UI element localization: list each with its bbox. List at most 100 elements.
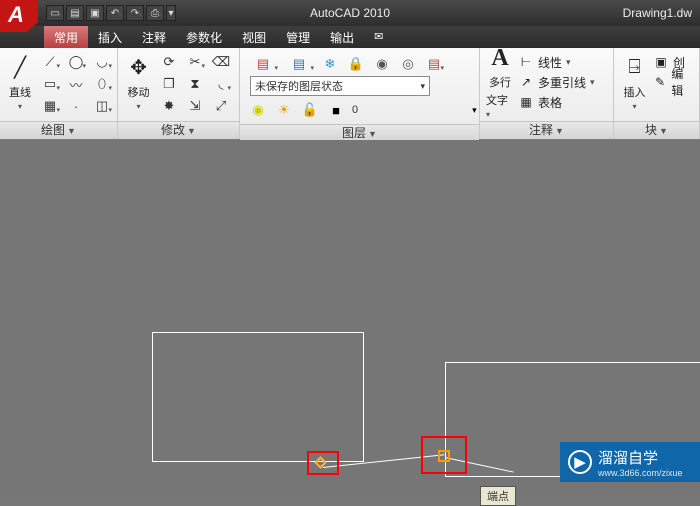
panel-layer: ▤ ▤ ❄ 🔒 ◉ ◎ ▤ 未保存的图层状态 ▾ ◉ ☀ 🔓 ■ 0 ▾ [240,48,480,139]
layer-off-icon[interactable]: ◉ [370,54,394,74]
point-icon[interactable]: ∙ [64,96,88,116]
tab-view[interactable]: 视图 [232,26,276,48]
panel-annotate-title[interactable]: 注释▼ [480,121,613,139]
titlebar: ▭ ▤ ▣ ↶ ↷ ⎙ ▾ AutoCAD 2010 Drawing1.dw [0,0,700,26]
open-icon[interactable]: ▤ [66,5,84,21]
rectangle-shape [152,332,364,462]
mtext-button[interactable]: A 多行 文字 ▾ [486,52,514,112]
ribbon: ╱ 直线 ▾ ⟋ ◯ ◡ ▭ 〰 ⬯ ▦ ∙ ◫ 绘图▼ ✥ 移动 ▾ [0,48,700,140]
leader-icon: ↗ [518,75,534,89]
copy-icon[interactable]: ❐ [157,74,181,94]
trim-icon[interactable]: ✂ [183,52,207,72]
arc-icon[interactable]: ◡ [90,52,114,72]
insert-label: 插入 [624,84,646,100]
block-edit-label: 编辑 [671,65,693,99]
tab-output[interactable]: 输出 [320,26,364,48]
scale-icon[interactable]: ⤢ [209,96,233,116]
draw-tools-grid: ⟋ ◯ ◡ ▭ 〰 ⬯ ▦ ∙ ◫ [38,52,114,116]
save-icon[interactable]: ▣ [86,5,104,21]
line-icon: ╱ [6,54,34,82]
tab-home[interactable]: 常用 [44,26,88,48]
table-icon: ▦ [518,95,534,109]
watermark: ▶ 溜溜自学 www.3d66.com/zixue [560,442,700,482]
chevron-down-icon: ▾ [472,105,477,116]
mtext-label-top: 多行 [489,74,511,90]
panel-block-title[interactable]: 块▼ [614,121,699,139]
ellipse-icon[interactable]: ⬯ [90,74,114,94]
hatch-icon[interactable]: ▦ [38,96,62,116]
linetype-button[interactable]: ⊢ 线性 ▾ [518,52,618,72]
new-icon[interactable]: ▭ [46,5,64,21]
app-title: AutoCAD 2010 [310,6,390,20]
mail-icon: ✉ [374,31,383,43]
watermark-brand: 溜溜自学 [598,450,658,467]
tab-mail[interactable]: ✉ [364,26,393,48]
layer-iso-icon[interactable]: ◎ [396,54,420,74]
layer-color-icon[interactable]: ■ [324,100,348,120]
multileader-button[interactable]: ↗ 多重引线 ▾ [518,72,618,92]
snap-tooltip: 端点 [480,486,516,506]
multileader-label: 多重引线 [538,74,586,91]
panel-annotate: A 多行 文字 ▾ ⊢ 线性 ▾ ↗ 多重引线 ▾ ▦ 表格 [480,48,614,139]
qat-dropdown-icon[interactable]: ▾ [166,5,176,21]
panel-draw-title[interactable]: 绘图▼ [0,121,117,139]
play-icon: ▶ [568,450,592,474]
tab-parametric[interactable]: 参数化 [176,26,232,48]
layer-state-combo[interactable]: 未保存的图层状态 ▾ [250,76,430,96]
layer-freeze-icon[interactable]: ❄ [318,54,342,74]
drawing-canvas[interactable]: 端点 ▶ 溜溜自学 www.3d66.com/zixue [0,140,700,500]
text-icon: A [486,45,514,72]
quick-access-toolbar: ▭ ▤ ▣ ↶ ↷ ⎙ ▾ [46,5,176,21]
block-tools: ▣ 创 ✎ 编辑 [653,52,693,92]
table-label: 表格 [538,94,562,111]
move-label: 移动 [128,84,150,100]
edit-icon: ✎ [653,75,667,89]
block-edit-button[interactable]: ✎ 编辑 [653,72,693,92]
layer-bulb-icon[interactable]: ◉ [246,100,270,120]
endpoint-snap-icon [438,450,450,462]
linetype-label: 线性 [538,54,562,71]
circle-icon[interactable]: ◯ [64,52,88,72]
panel-modify-title[interactable]: 修改▼ [118,121,239,139]
modify-tools-grid: ⟳ ✂ ⌫ ❐ ⧗ ◟ ✸ ⇲ ⤢ [157,52,233,116]
insert-block-button[interactable]: ⍈ 插入 ▾ [620,52,649,112]
erase-icon[interactable]: ⌫ [209,52,233,72]
chevron-down-icon: ▾ [420,81,425,92]
rectangle-icon[interactable]: ▭ [38,74,62,94]
layer-more-icon[interactable]: ▤ [422,54,446,74]
undo-icon[interactable]: ↶ [106,5,124,21]
stretch-icon[interactable]: ⇲ [183,96,207,116]
rotate-icon[interactable]: ⟳ [157,52,181,72]
tab-manage[interactable]: 管理 [276,26,320,48]
panel-block: ⍈ 插入 ▾ ▣ 创 ✎ 编辑 块▼ [614,48,700,139]
fillet-icon[interactable]: ◟ [209,74,233,94]
layer-prop-icon[interactable]: ▤ [246,54,280,74]
region-icon[interactable]: ◫ [90,96,114,116]
insert-block-icon: ⍈ [621,54,649,82]
layer-lock-icon[interactable]: 🔒 [344,54,368,74]
print-icon[interactable]: ⎙ [146,5,164,21]
table-button[interactable]: ▦ 表格 [518,92,618,112]
annotate-list: ⊢ 线性 ▾ ↗ 多重引线 ▾ ▦ 表格 [518,52,618,112]
polyline-icon[interactable]: ⟋ [38,52,62,72]
move-icon: ✥ [125,54,153,82]
create-icon: ▣ [653,55,669,69]
tab-annotate[interactable]: 注释 [132,26,176,48]
line-button[interactable]: ╱ 直线 ▾ [6,52,34,112]
explode-icon[interactable]: ✸ [157,96,181,116]
line-label: 直线 [9,84,31,100]
tab-insert[interactable]: 插入 [88,26,132,48]
redo-icon[interactable]: ↷ [126,5,144,21]
layer-state-text: 未保存的图层状态 [255,78,343,94]
spline-icon[interactable]: 〰 [64,74,88,94]
document-title: Drawing1.dw [623,6,692,20]
ribbon-tabs: 常用 插入 注释 参数化 视图 管理 输出 ✉ [0,26,700,48]
layer-state-icon[interactable]: ▤ [282,54,316,74]
layer-sun-icon[interactable]: ☀ [272,100,296,120]
move-button[interactable]: ✥ 移动 ▾ [124,52,153,112]
panel-draw: ╱ 直线 ▾ ⟋ ◯ ◡ ▭ 〰 ⬯ ▦ ∙ ◫ 绘图▼ [0,48,118,139]
panel-modify: ✥ 移动 ▾ ⟳ ✂ ⌫ ❐ ⧗ ◟ ✸ ⇲ ⤢ 修改▼ [118,48,240,139]
layer-lock2-icon[interactable]: 🔓 [298,100,322,120]
current-layer-name: 0 [352,104,358,116]
mirror-icon[interactable]: ⧗ [183,74,207,94]
